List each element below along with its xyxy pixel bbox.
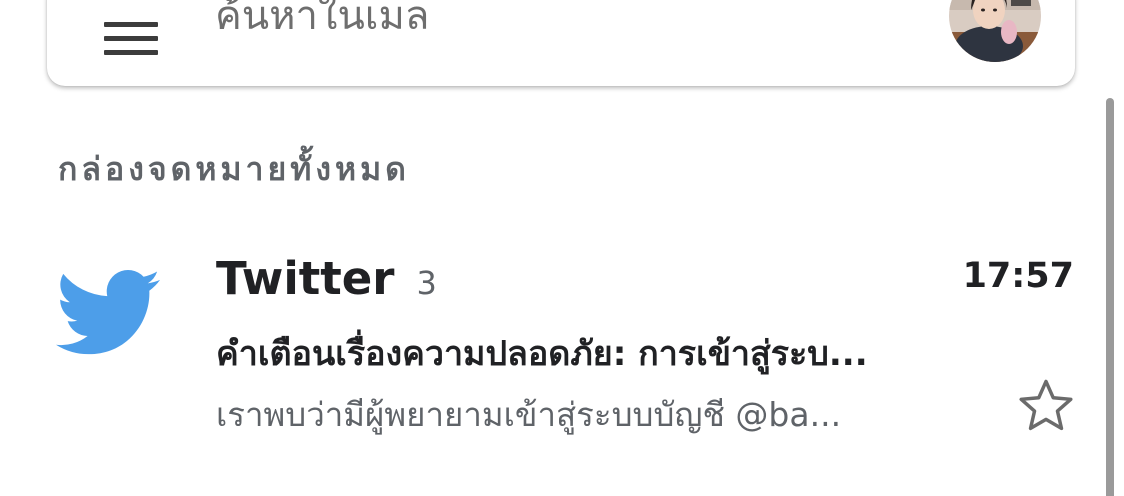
- mail-time: 17:57: [962, 256, 1074, 296]
- mail-snippet: เราพบว่ามีผู้พยายามเข้าสู่ระบบบัญชี @ba.…: [216, 395, 842, 434]
- thread-count: 3: [416, 264, 437, 302]
- account-avatar[interactable]: [949, 0, 1041, 62]
- star-button[interactable]: [1014, 374, 1078, 438]
- sender-name: Twitter: [216, 252, 395, 305]
- avatar-image: [949, 0, 1041, 62]
- sender-line: Twitter 3: [216, 252, 437, 305]
- star-outline-icon: [1019, 379, 1073, 431]
- gmail-inbox-screen: ค้นหาในเมล กล่องจดหมายทั้งหมด Twitter 3 …: [0, 0, 1124, 496]
- mailbox-title: กล่องจดหมายทั้งหมด: [58, 150, 410, 188]
- twitter-bird-icon: [56, 268, 160, 358]
- mail-subject: คำเตือนเรื่องความปลอดภัย: การเข้าสู่ระบ.…: [216, 334, 868, 374]
- menu-button[interactable]: [97, 0, 158, 55]
- hamburger-menu-icon-bottom: [104, 50, 158, 55]
- scrollbar[interactable]: [1106, 98, 1114, 496]
- twitter-logo-svg: [56, 270, 160, 355]
- hamburger-menu-icon: [104, 22, 158, 27]
- hamburger-menu-icon-middle: [104, 36, 158, 41]
- mail-list-item[interactable]: Twitter 3 17:57 คำเตือนเรื่องความปลอดภัย:…: [0, 238, 1100, 458]
- search-input[interactable]: ค้นหาในเมล: [215, 0, 429, 40]
- search-bar[interactable]: ค้นหาในเมล: [47, 0, 1075, 86]
